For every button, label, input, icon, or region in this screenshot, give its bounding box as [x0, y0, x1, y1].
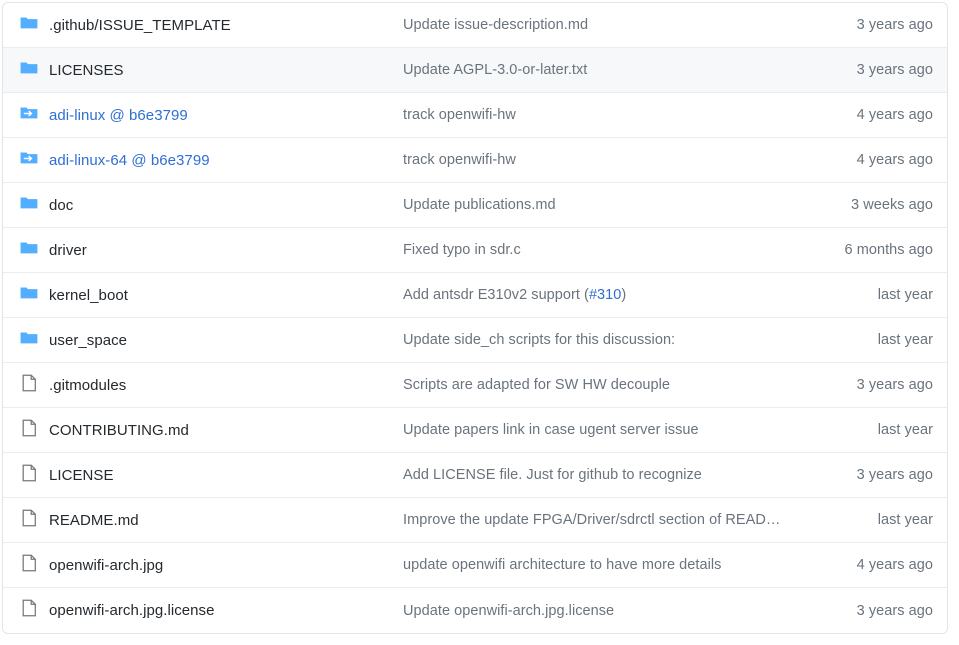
submodule-icon [20, 105, 38, 126]
commit-message-link[interactable]: Add antsdr E310v2 support (#310) [403, 287, 797, 303]
table-row[interactable]: doc Update publications.md 3 weeks ago [3, 183, 947, 228]
commit-message-link[interactable]: Update side_ch scripts for this discussi… [403, 332, 797, 348]
folder-name-link[interactable]: .github/ISSUE_TEMPLATE [49, 17, 403, 34]
row-icon-cell [3, 599, 49, 622]
row-icon-cell [3, 464, 49, 487]
row-icon-cell [3, 60, 49, 81]
table-row[interactable]: LICENSES Update AGPL-3.0-or-later.txt 3 ye… [3, 48, 947, 93]
row-icon-cell [3, 374, 49, 397]
file-name-link[interactable]: LICENSE [49, 467, 403, 484]
file-name-link[interactable]: openwifi-arch.jpg.license [49, 602, 403, 619]
folder-name-link[interactable]: LICENSES [49, 62, 403, 79]
table-row[interactable]: LICENSE Add LICENSE file. Just for github… [3, 453, 947, 498]
row-icon-cell [3, 105, 49, 126]
table-row[interactable]: adi-linux @ b6e3799 track openwifi-hw 4 ye… [3, 93, 947, 138]
commit-time: last year [877, 512, 933, 528]
commit-time: 6 months ago [844, 242, 933, 258]
file-name-link[interactable]: openwifi-arch.jpg [49, 557, 403, 574]
file-name-link[interactable]: CONTRIBUTING.md [49, 422, 403, 439]
commit-time: 4 years ago [856, 152, 933, 168]
file-name-link[interactable]: .gitmodules [49, 377, 403, 394]
file-icon [22, 464, 37, 487]
commit-message-link[interactable]: track openwifi-hw [403, 152, 797, 168]
commit-time: 3 weeks ago [851, 197, 933, 213]
table-row[interactable]: README.md Improve the update FPGA/Driver/… [3, 498, 947, 543]
commit-message-text: Add antsdr E310v2 support ( [403, 287, 589, 303]
folder-icon [20, 240, 38, 261]
row-icon-cell [3, 554, 49, 577]
table-row[interactable]: .gitmodules Scripts are adapted for SW HW… [3, 363, 947, 408]
submodule-icon [20, 150, 38, 171]
commit-time: 4 years ago [856, 107, 933, 123]
commit-message-link[interactable]: Fixed typo in sdr.c [403, 242, 797, 258]
commit-time: 4 years ago [856, 557, 933, 573]
submodule-name-link[interactable]: adi-linux @ b6e3799 [49, 107, 403, 124]
folder-name-link[interactable]: driver [49, 242, 403, 259]
commit-message-link[interactable]: track openwifi-hw [403, 107, 797, 123]
file-icon [22, 554, 37, 577]
table-row[interactable]: .github/ISSUE_TEMPLATE Update issue-descr… [3, 3, 947, 48]
file-listing-table: .github/ISSUE_TEMPLATE Update issue-descr… [2, 2, 948, 634]
row-icon-cell [3, 330, 49, 351]
submodule-name-link[interactable]: adi-linux-64 @ b6e3799 [49, 152, 403, 169]
file-icon [22, 374, 37, 397]
issue-reference-link[interactable]: #310 [589, 287, 621, 303]
commit-time: 3 years ago [856, 467, 933, 483]
folder-icon [20, 330, 38, 351]
commit-time: 3 years ago [856, 377, 933, 393]
folder-name-link[interactable]: doc [49, 197, 403, 214]
folder-icon [20, 60, 38, 81]
table-row[interactable]: user_space Update side_ch scripts for thi… [3, 318, 947, 363]
folder-icon [20, 195, 38, 216]
folder-name-link[interactable]: user_space [49, 332, 403, 349]
folder-name-link[interactable]: kernel_boot [49, 287, 403, 304]
table-row[interactable]: adi-linux-64 @ b6e3799 track openwifi-hw 4… [3, 138, 947, 183]
row-icon-cell [3, 15, 49, 36]
row-icon-cell [3, 509, 49, 532]
folder-icon [20, 285, 38, 306]
commit-message-link[interactable]: Update issue-description.md [403, 17, 797, 33]
row-icon-cell [3, 285, 49, 306]
file-icon [22, 509, 37, 532]
commit-time: last year [877, 287, 933, 303]
file-icon [22, 599, 37, 622]
commit-message-link[interactable]: update openwifi architecture to have mor… [403, 557, 797, 573]
commit-time: last year [877, 332, 933, 348]
table-row[interactable]: driver Fixed typo in sdr.c 6 months ago [3, 228, 947, 273]
commit-message-link[interactable]: Update publications.md [403, 197, 797, 213]
commit-time: 3 years ago [856, 62, 933, 78]
folder-icon [20, 15, 38, 36]
commit-message-link[interactable]: Improve the update FPGA/Driver/sdrctl se… [403, 512, 797, 528]
commit-time: 3 years ago [856, 17, 933, 33]
table-row[interactable]: openwifi-arch.jpg.license Update openwifi… [3, 588, 947, 633]
commit-message-link[interactable]: Update openwifi-arch.jpg.license [403, 603, 797, 619]
file-name-link[interactable]: README.md [49, 512, 403, 529]
commit-message-text-suffix: ) [621, 287, 627, 303]
row-icon-cell [3, 240, 49, 261]
row-icon-cell [3, 195, 49, 216]
table-row[interactable]: kernel_boot Add antsdr E310v2 support (#3… [3, 273, 947, 318]
commit-message-link[interactable]: Scripts are adapted for SW HW decouple [403, 377, 797, 393]
table-row[interactable]: CONTRIBUTING.md Update papers link in cas… [3, 408, 947, 453]
commit-message-link[interactable]: Add LICENSE file. Just for github to rec… [403, 467, 797, 483]
row-icon-cell [3, 150, 49, 171]
commit-message-link[interactable]: Update AGPL-3.0-or-later.txt [403, 62, 797, 78]
file-icon [22, 419, 37, 442]
table-row[interactable]: openwifi-arch.jpg update openwifi archite… [3, 543, 947, 588]
commit-time: last year [877, 422, 933, 438]
row-icon-cell [3, 419, 49, 442]
commit-time: 3 years ago [856, 602, 933, 619]
commit-message-link[interactable]: Update papers link in case ugent server … [403, 422, 797, 438]
